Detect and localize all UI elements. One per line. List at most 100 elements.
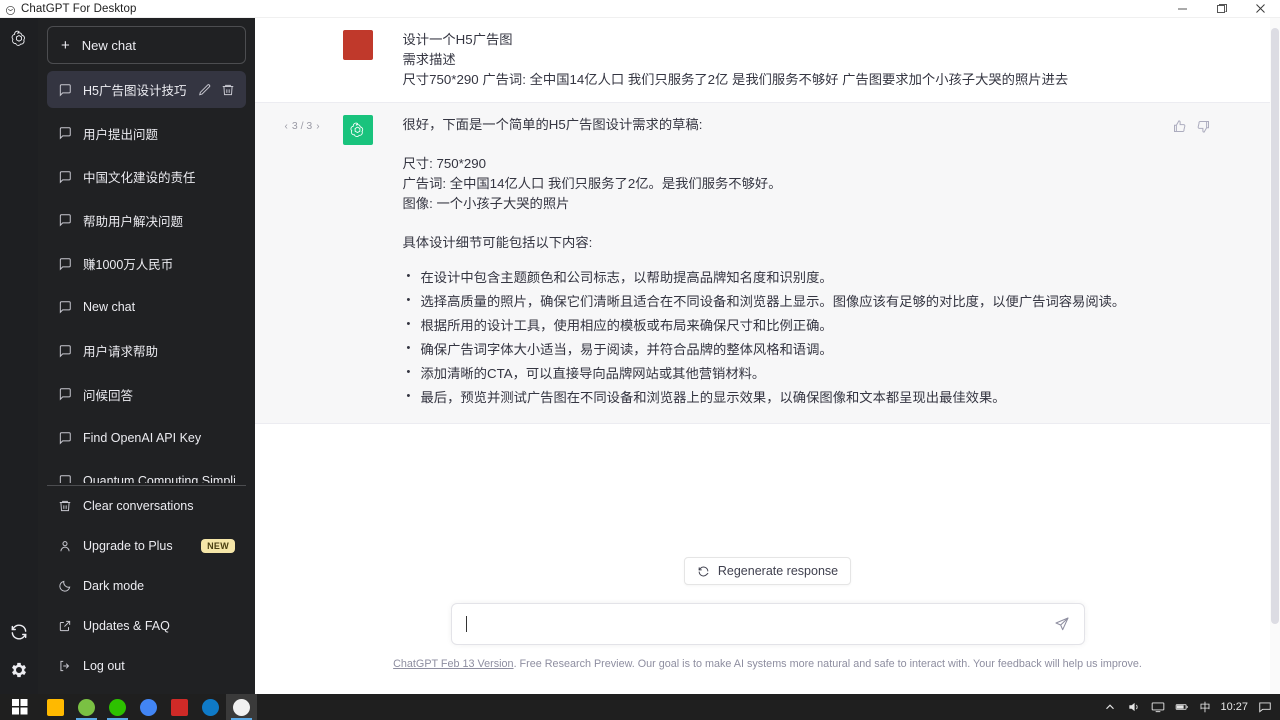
thumbs-down-icon[interactable] [1196,119,1211,134]
thumbs-up-icon[interactable] [1172,119,1187,134]
pager-next-button[interactable]: › [316,121,319,132]
sidebar-menu-item[interactable]: Dark mode [47,566,246,606]
trash-icon[interactable] [221,83,235,97]
conversation-item[interactable]: H5广告图设计技巧 [47,71,246,108]
conversation-item[interactable]: 赚1000万人民币 [47,245,246,282]
user-avatar [343,30,373,60]
app-glyph [140,699,157,716]
scrollbar-thumb[interactable] [1271,28,1279,624]
app-glyph [109,699,126,716]
pager-prev-button[interactable]: ‹ [285,121,288,132]
new-chat-button[interactable]: + New chat [47,26,246,64]
rail-bottom-icons [9,622,29,680]
assistant-avatar [343,115,373,145]
windows-start-icon[interactable] [0,694,40,720]
moon-icon [58,579,72,593]
chat-bubble-icon [58,300,72,314]
conversation-title: New chat [83,300,235,314]
sidebar-menu-item[interactable]: Log out [47,646,246,686]
assistant-details-heading: 具体设计细节可能包括以下内容: [403,233,1193,253]
chat-bubble-icon [58,83,72,97]
user-icon [58,539,72,553]
chatgpt-desktop-icon[interactable] [226,694,257,720]
conversation-item[interactable]: 用户请求帮助 [47,332,246,369]
assistant-spec-line-1: 尺寸: 750*290 [403,154,1193,174]
chat-bubble-icon [58,257,72,271]
response-pager[interactable]: ‹ 3 / 3 › [285,120,320,132]
refresh-icon [697,565,710,578]
system-tray: 中 10:27 [1103,699,1280,715]
version-link[interactable]: ChatGPT Feb 13 Version [393,658,513,670]
sidebar-menu-label: Updates & FAQ [83,619,170,633]
notification-icon[interactable] [1258,700,1272,714]
conversation-title: 问候回答 [83,385,235,404]
conversation-item[interactable]: Find OpenAI API Key [47,419,246,456]
user-message-line-2: 需求描述 [403,50,1193,70]
sidebar-menu-item[interactable]: Updates & FAQ [47,606,246,646]
ime-indicator[interactable]: 中 [1199,699,1210,715]
new-badge: NEW [201,539,235,553]
conversation-actions [198,83,235,97]
qq-icon[interactable] [164,694,195,720]
assistant-message: ‹ 3 / 3 › 很好，下面是一个简单的H5广告图设计需求的草稿: 尺寸: 7… [255,102,1280,424]
send-icon[interactable] [1054,616,1070,632]
conversation-title: 中国文化建设的责任 [83,167,235,186]
edit-icon[interactable] [198,83,212,97]
chat-bubble-icon [58,170,72,184]
plus-icon: + [61,38,70,53]
sidebar-menu-label: Log out [83,659,125,673]
assistant-bullet-item: 最后，预览并测试广告图在不同设备和浏览器上的显示效果，以确保图像和文本都呈现出最… [403,387,1193,408]
edge-icon[interactable] [195,694,226,720]
sidebar: + New chat H5广告图设计技巧用户提出问题中国文化建设的责任帮助用户解… [38,18,255,694]
refresh-icon[interactable] [9,622,29,642]
chat-bubble-icon [58,344,72,358]
regenerate-response-button[interactable]: Regenerate response [684,557,851,585]
conversation-item[interactable]: New chat [47,289,246,326]
browser-green-icon[interactable] [71,694,102,720]
conversation-title: H5广告图设计技巧 [83,80,187,99]
close-button[interactable] [1241,0,1280,18]
gear-icon[interactable] [9,660,29,680]
network-icon[interactable] [1151,700,1165,714]
conversation-item[interactable]: 问候回答 [47,376,246,413]
conversation-item[interactable]: 中国文化建设的责任 [47,158,246,195]
chat-bubble-icon [58,387,72,401]
volume-icon[interactable] [1127,700,1141,714]
message-feedback-actions [1172,119,1211,134]
openai-mark-icon [348,121,367,140]
conversation-item[interactable]: 用户提出问题 [47,115,246,152]
regenerate-label: Regenerate response [718,564,838,578]
assistant-spec-line-3: 图像: 一个小孩子大哭的照片 [403,194,1193,214]
minimize-button[interactable] [1163,0,1202,18]
maximize-button[interactable] [1202,0,1241,18]
pager-count: 3 / 3 [292,120,312,132]
user-message-line-1: 设计一个H5广告图 [403,30,1193,50]
message-composer[interactable] [451,603,1085,645]
assistant-intro: 很好，下面是一个简单的H5广告图设计需求的草稿: [403,115,1193,135]
clock[interactable]: 10:27 [1220,701,1248,713]
conversation-item[interactable]: 帮助用户解决问题 [47,202,246,239]
conversation-item[interactable]: Quantum Computing Simpli [47,463,246,484]
chrome-icon[interactable] [133,694,164,720]
trash-icon [58,499,72,513]
conversation-title: Quantum Computing Simpli [83,474,235,483]
window-controls [1163,0,1280,18]
sidebar-menu-item[interactable]: Clear conversations [47,486,246,526]
main-scrollbar[interactable] [1270,18,1280,694]
logout-icon [58,659,72,673]
sidebar-menu-item[interactable]: Upgrade to PlusNEW [47,526,246,566]
wechat-icon[interactable] [102,694,133,720]
main-panel: 设计一个H5广告图 需求描述 尺寸750*290 广告词: 全中国14亿人口 我… [255,18,1280,694]
chat-bubble-icon [58,474,72,483]
sidebar-menu-label: Dark mode [83,579,144,593]
openai-logo-icon [5,3,16,14]
conversation-list[interactable]: H5广告图设计技巧用户提出问题中国文化建设的责任帮助用户解决问题赚1000万人民… [47,71,246,483]
battery-icon[interactable] [1175,700,1189,714]
chevron-up-icon[interactable] [1103,700,1117,714]
assistant-bullet-item: 选择高质量的照片，确保它们清晰且适合在不同设备和浏览器上显示。图像应该有足够的对… [403,291,1193,312]
chat-bubble-icon [58,431,72,445]
message-input[interactable] [467,604,1054,644]
file-explorer-icon[interactable] [40,694,71,720]
user-message: 设计一个H5广告图 需求描述 尺寸750*290 广告词: 全中国14亿人口 我… [255,18,1280,102]
assistant-bullet-item: 确保广告词字体大小适当，易于阅读，并符合品牌的整体风格和语调。 [403,339,1193,360]
